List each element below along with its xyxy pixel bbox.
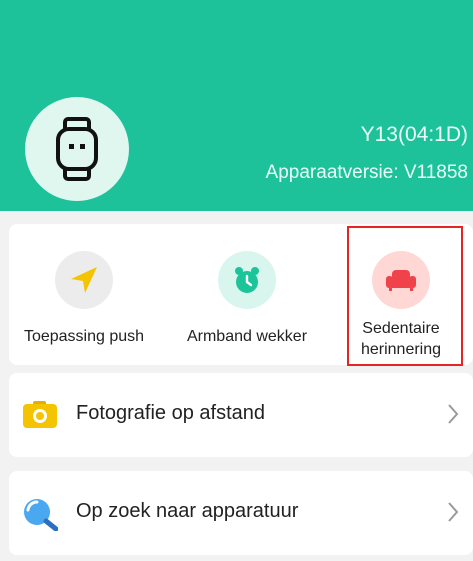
alarm-clock-icon <box>235 267 259 293</box>
feature-app-push[interactable]: Toepassing push <box>9 224 159 365</box>
selected-feature-highlight <box>347 226 463 366</box>
send-icon <box>71 267 97 293</box>
chevron-right-icon <box>448 502 459 522</box>
device-name: Y13(04:1D) <box>360 123 468 146</box>
chevron-right-icon <box>448 404 459 424</box>
feature-app-push-label: Toepassing push <box>23 328 145 345</box>
device-version: Apparaatversie: V11858 <box>265 162 468 183</box>
device-header: Y13(04:1D) Apparaatversie: V11858 <box>0 0 473 211</box>
device-avatar[interactable] <box>25 97 129 201</box>
remote-photo-label: Fotografie op afstand <box>76 402 266 424</box>
find-device-row[interactable]: Op zoek naar apparatuur <box>9 471 473 555</box>
search-icon <box>24 499 58 531</box>
find-device-label: Op zoek naar apparatuur <box>76 500 299 522</box>
feature-band-alarm-label: Armband wekker <box>186 328 308 345</box>
smartwatch-icon <box>56 117 98 181</box>
camera-icon <box>23 401 57 428</box>
feature-band-alarm-circle <box>218 251 276 309</box>
feature-app-push-circle <box>55 251 113 309</box>
feature-band-alarm[interactable]: Armband wekker <box>172 224 322 365</box>
remote-photo-row[interactable]: Fotografie op afstand <box>9 373 473 457</box>
